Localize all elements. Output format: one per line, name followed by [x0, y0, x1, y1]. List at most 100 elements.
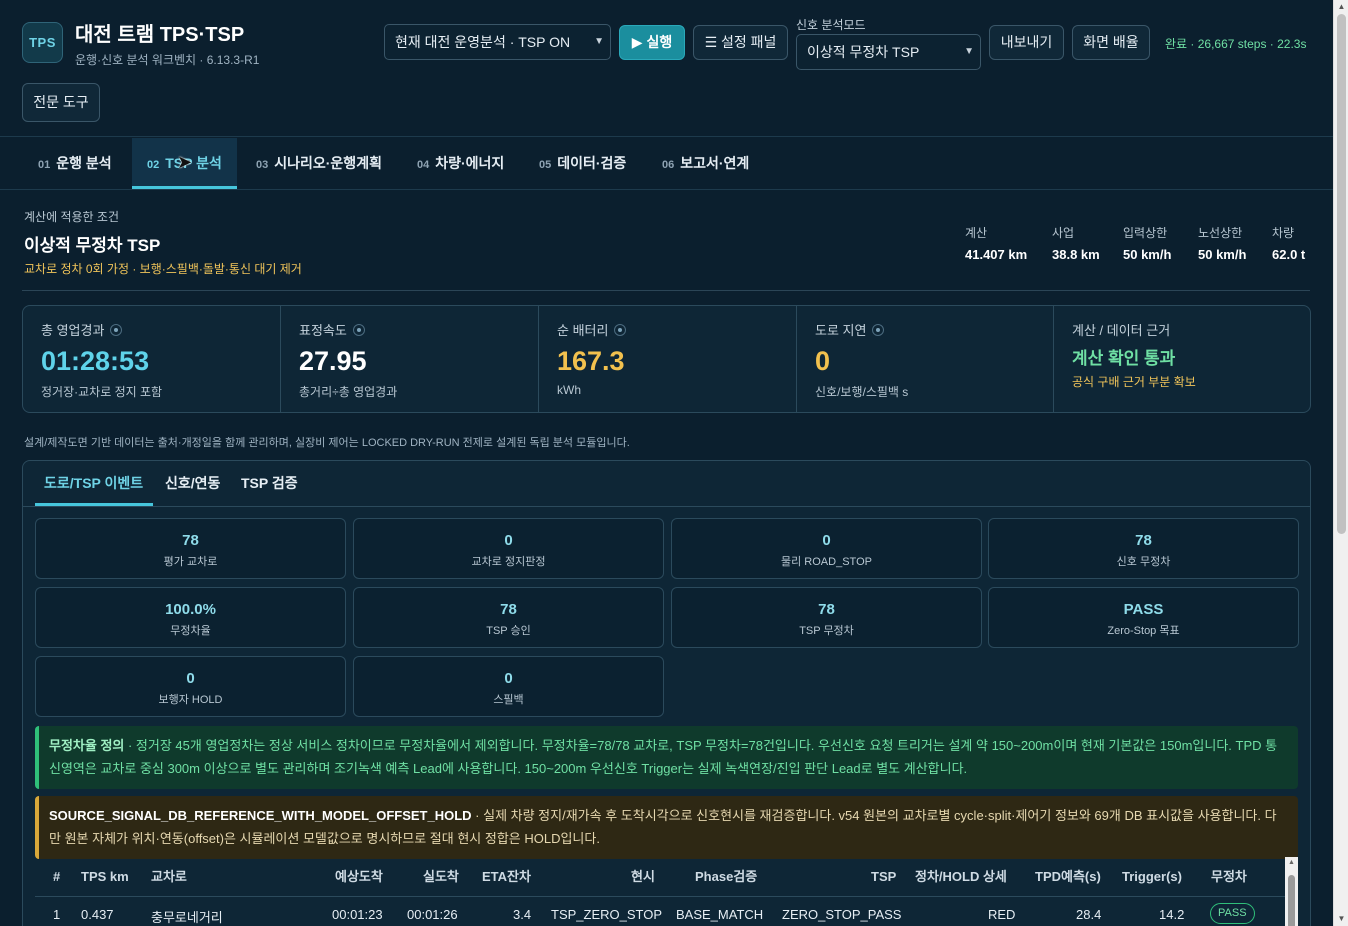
kpi-label: 총 영업경과 [41, 323, 105, 338]
column-header[interactable]: 교차로 [151, 857, 187, 897]
tab-number: 01 [38, 159, 51, 171]
evidence-status: 계산 확인 통과 [1072, 349, 1176, 368]
page-scrollbar-thumb[interactable] [1337, 14, 1346, 534]
stat-label: 교차로 정지판정 [471, 556, 546, 568]
stat-card: 0 물리 ROAD_STOP [671, 518, 982, 579]
tab-operation-analysis[interactable]: 01 운행 분석 [23, 138, 127, 189]
tab-report-link[interactable]: 06 보고서·연계 [647, 138, 764, 189]
column-header[interactable]: 현시 [631, 857, 655, 897]
metric-key: 입력상한 [1123, 226, 1168, 240]
stat-label: 무정차율 [170, 625, 211, 637]
subtab-signal-coordination[interactable]: 신호/연동 [156, 461, 229, 506]
metric-key: 노선상한 [1198, 226, 1243, 240]
tab-label: 데이터·검증 [557, 155, 627, 171]
column-header[interactable]: Phase검증 [695, 857, 757, 897]
export-button[interactable]: 내보내기 [989, 25, 1064, 60]
page-scrollbar[interactable]: ▲ ▼ [1333, 0, 1348, 926]
cell-hold-detail: RED [988, 907, 1016, 922]
column-header[interactable]: TSP [871, 857, 896, 897]
subtab-tsp-validation[interactable]: TSP 검증 [232, 461, 307, 506]
app-logo: TPS [22, 22, 63, 63]
metric-value: 62.0 t [1272, 247, 1306, 262]
tab-data-validation[interactable]: 05 데이터·검증 [524, 138, 641, 189]
run-button[interactable]: ▶ 실행 [619, 25, 685, 60]
condition-title: 이상적 무정차 TSP [24, 236, 161, 255]
metric-line-limit: 노선상한 50 km/h [1198, 224, 1246, 262]
metric-key: 계산 [965, 226, 988, 240]
column-header[interactable]: Trigger(s) [1122, 857, 1182, 897]
metric-key: 사업 [1052, 226, 1075, 240]
column-header[interactable]: TPD예측(s) [1035, 857, 1101, 897]
metric-key: 차량 [1272, 226, 1295, 240]
app-subtitle: 운행·신호 분석 워크벤치 · 6.13.3-R1 [75, 53, 260, 67]
scroll-up-arrow-icon[interactable]: ▲ [1334, 0, 1348, 14]
panel-subtabs: 도로/TSP 이벤트 신호/연동 TSP 검증 [23, 461, 1310, 507]
kpi-label: 도로 지연 [815, 323, 867, 338]
tab-number: 03 [256, 159, 269, 171]
main-tabs: 01 운행 분석 02 TSP 분석 03 시나리오·운행계획 04 차량·에너지 05… [0, 138, 1333, 190]
scenario-select-value: 현재 대전 운영분석 · TSP ON [395, 34, 571, 50]
app-title: 대전 트램 TPS·TSP [75, 24, 245, 46]
column-header[interactable]: 실도착 [423, 857, 459, 897]
info-icon[interactable] [110, 324, 123, 336]
table-scrollbar-thumb[interactable] [1288, 875, 1295, 926]
tab-scenario-plan[interactable]: 03 시나리오·운행계획 [241, 138, 397, 189]
expert-tools-button[interactable]: 전문 도구 [22, 83, 100, 122]
stat-value: 0 [504, 670, 513, 687]
stat-value: PASS [1123, 601, 1164, 618]
tab-vehicle-energy[interactable]: 04 차량·에너지 [402, 138, 519, 189]
app-header: TPS 대전 트램 TPS·TSP 운행·신호 분석 워크벤치 · 6.13.3… [0, 0, 1333, 137]
cell-tsp: ZERO_STOP_PASS [782, 907, 902, 922]
run-status: 완료 · 26,667 steps · 22.3s [1165, 37, 1307, 51]
kpi-sub: 총거리÷총 영업경과 [299, 385, 398, 399]
tab-number: 02 [147, 159, 160, 171]
stat-label: 스필백 [493, 694, 524, 706]
stat-label: TSP 무정차 [799, 625, 854, 637]
subtab-road-tsp-events[interactable]: 도로/TSP 이벤트 [35, 461, 153, 506]
tab-number: 04 [417, 159, 430, 171]
tab-label: 차량·에너지 [435, 155, 505, 171]
cell-expected-arrival: 00:01:23 [332, 907, 383, 922]
info-icon[interactable] [872, 324, 885, 336]
stat-card: 78 TSP 무정차 [671, 587, 982, 648]
layout-scale-button[interactable]: 화면 배율 [1072, 25, 1150, 60]
column-header[interactable]: # [53, 857, 60, 897]
stat-card: 78 신호 무정차 [988, 518, 1299, 579]
kpi-evidence: 계산 / 데이터 근거 계산 확인 통과 공식 구배 근거 부분 확보 [1054, 306, 1310, 412]
info-icon[interactable] [352, 324, 365, 336]
stat-card: PASS Zero-Stop 목표 [988, 587, 1299, 648]
app-page: TPS 대전 트램 TPS·TSP 운행·신호 분석 워크벤치 · 6.13.3… [0, 0, 1333, 926]
info-icon[interactable] [614, 324, 627, 336]
kpi-road-delay: 도로 지연 0 신호/보행/스필백 s [797, 306, 1054, 412]
stat-label: 평가 교차로 [163, 556, 218, 568]
signal-mode-select[interactable]: 이상적 무정차 TSP ▼ [796, 34, 981, 70]
chevron-down-icon: ▼ [594, 36, 604, 47]
stat-label: TSP 승인 [486, 625, 531, 637]
stat-card: 0 교차로 정지판정 [353, 518, 664, 579]
metric-input-limit: 입력상한 50 km/h [1123, 224, 1171, 262]
stat-value: 78 [1135, 532, 1152, 549]
zero-stop-definition-alert: 무정차율 정의 · 정거장 45개 영업정차는 정상 서비스 정차이므로 무정차… [35, 726, 1298, 789]
tsp-event-panel: 도로/TSP 이벤트 신호/연동 TSP 검증 78 평가 교차로 0 교차로 정지… [22, 460, 1311, 926]
column-header[interactable]: ETA잔차 [482, 857, 531, 897]
scroll-up-arrow-icon[interactable]: ▲ [1285, 857, 1298, 869]
kpi-value: 167.3 [557, 346, 625, 376]
cell-phase-check: BASE_MATCH [676, 907, 764, 922]
column-header[interactable]: TPS km [81, 857, 129, 897]
cell-eta-residual: 3.4 [513, 907, 532, 922]
cell-index: 1 [53, 907, 61, 922]
settings-panel-button[interactable]: ☰ 설정 패널 [693, 25, 788, 60]
column-header[interactable]: 정차/HOLD 상세 [915, 857, 1007, 897]
cell-actual-arrival: 00:01:26 [407, 907, 458, 922]
cell-trigger: 14.2 [1159, 907, 1185, 922]
kpi-value: 0 [815, 346, 831, 376]
stat-value: 78 [500, 601, 517, 618]
scroll-down-arrow-icon[interactable]: ▼ [1334, 912, 1348, 926]
kpi-value: 01:28:53 [41, 346, 150, 376]
column-header[interactable]: 무정차 [1211, 857, 1247, 897]
cell-km: 0.437 [81, 907, 114, 922]
scenario-select[interactable]: 현재 대전 운영분석 · TSP ON ▼ [384, 24, 611, 60]
table-scrollbar[interactable]: ▲ [1285, 857, 1298, 926]
condition-label: 계산에 적용한 조건 [24, 210, 119, 224]
column-header[interactable]: 예상도착 [335, 857, 383, 897]
